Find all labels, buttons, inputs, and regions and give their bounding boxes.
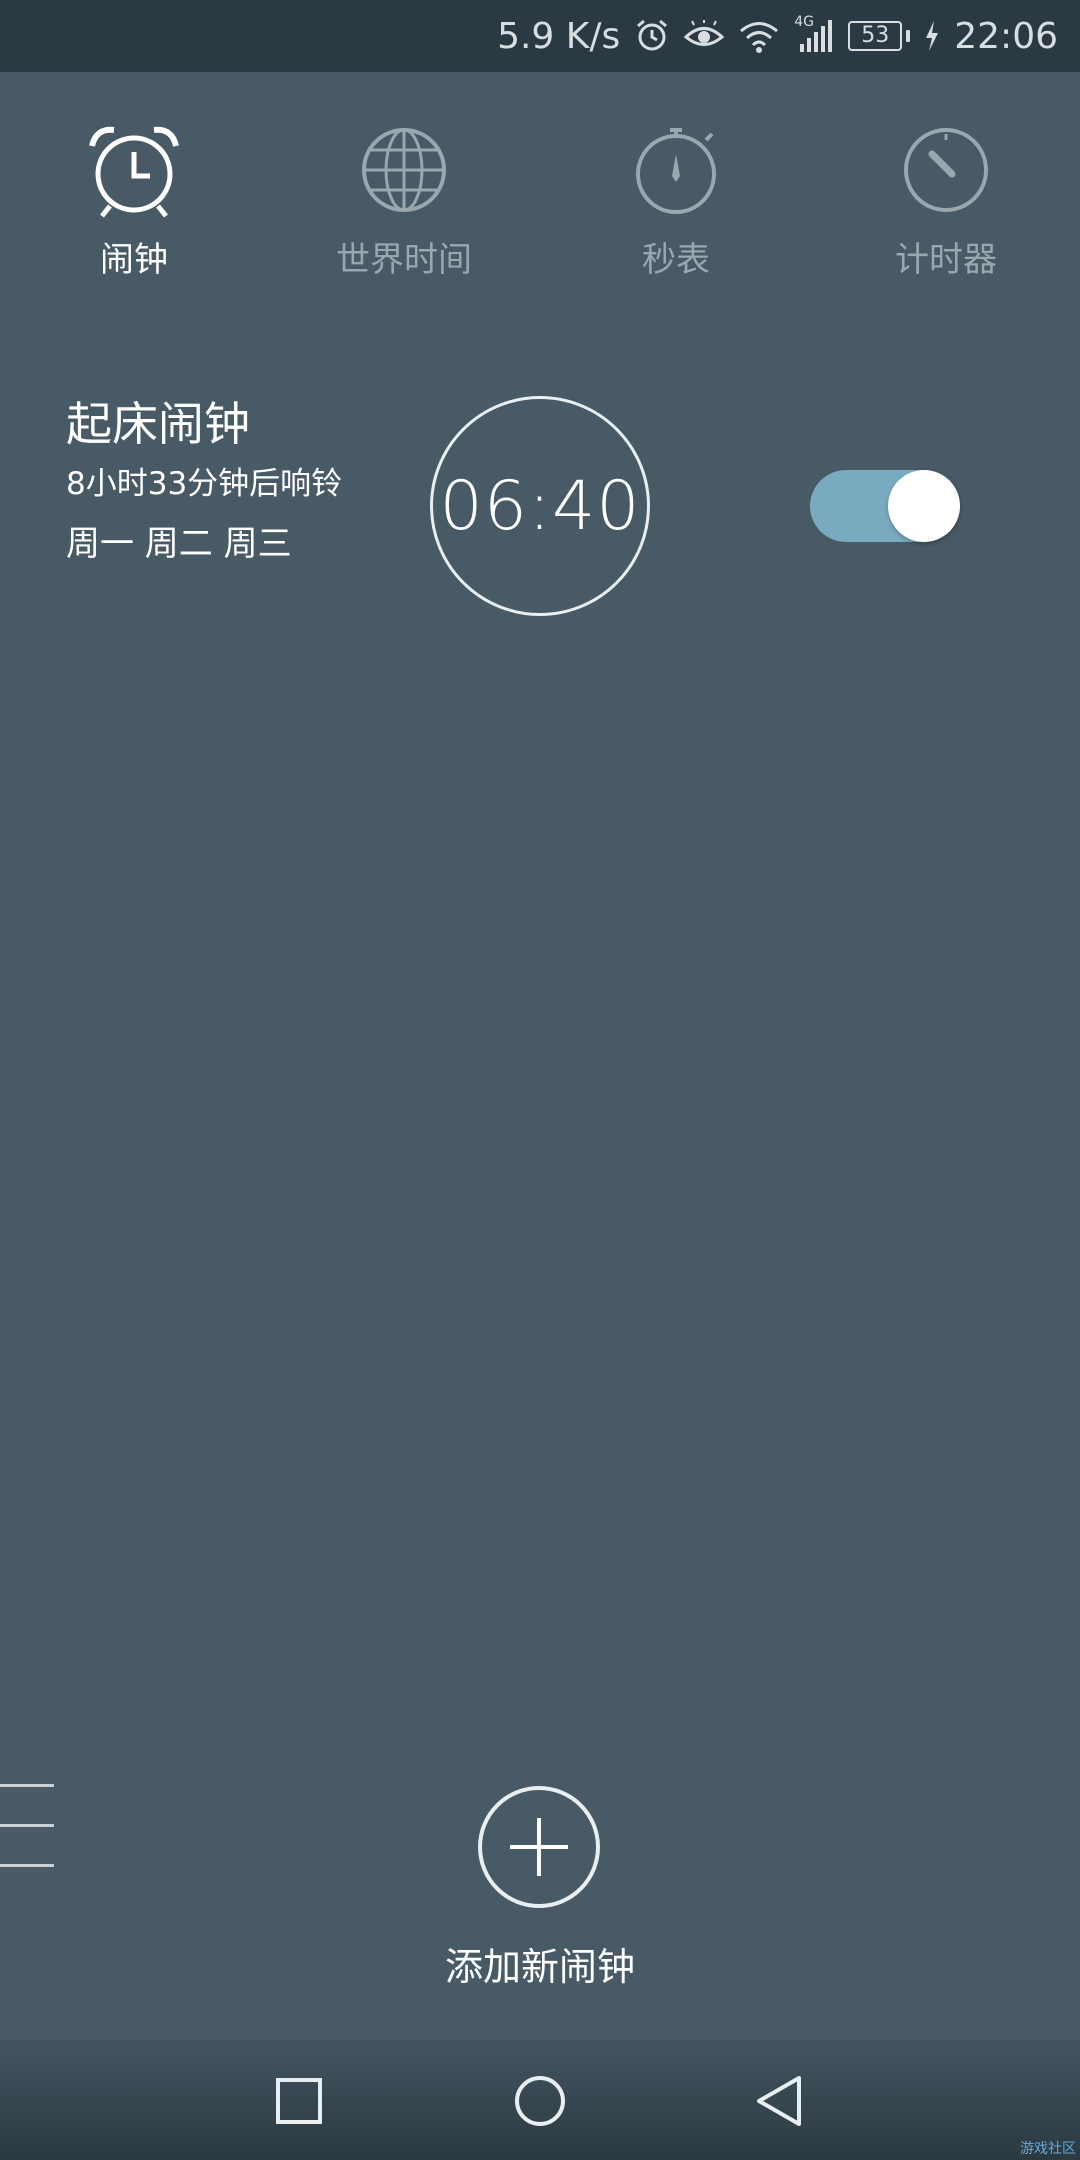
alarm-repeat-days: 周一 周二 周三 xyxy=(66,524,292,564)
tab-stopwatch[interactable]: 秒表 xyxy=(566,120,786,300)
recent-apps-button[interactable] xyxy=(264,2066,334,2136)
signal-icon: 4G xyxy=(794,14,834,54)
tab-label: 世界时间 xyxy=(336,240,472,280)
circle-icon xyxy=(515,2076,565,2126)
alarm-toggle[interactable] xyxy=(810,470,960,542)
tab-label: 秒表 xyxy=(642,240,710,280)
tab-world-time[interactable]: 世界时间 xyxy=(294,120,514,300)
navigation-bar: 游戏社区 xyxy=(0,2040,1080,2160)
battery-icon: 53 xyxy=(848,21,911,51)
alarm-name: 起床闹钟 xyxy=(66,397,250,451)
wifi-icon xyxy=(738,19,780,53)
globe-icon xyxy=(362,128,446,212)
add-alarm-label[interactable]: 添加新闹钟 xyxy=(0,1936,1080,1991)
back-button[interactable] xyxy=(745,2066,815,2136)
square-icon xyxy=(276,2078,322,2124)
back-triangle-icon xyxy=(757,2076,801,2126)
network-speed: 5.9 K/s xyxy=(497,15,621,57)
add-alarm-button[interactable] xyxy=(478,1786,600,1908)
tab-bar: 闹钟 世界时间 秒表 计时器 xyxy=(0,120,1080,300)
home-button[interactable] xyxy=(505,2066,575,2136)
timer-icon xyxy=(904,128,988,212)
alarm-status-icon xyxy=(634,18,670,54)
eye-icon xyxy=(684,20,725,52)
status-bar: 5.9 K/s 4G 53 22:06 xyxy=(0,0,1080,72)
charging-icon xyxy=(924,21,940,51)
tab-label: 闹钟 xyxy=(100,240,168,280)
tab-alarm[interactable]: 闹钟 xyxy=(24,120,244,300)
side-menu-handle[interactable] xyxy=(0,1780,56,1870)
alarm-countdown: 8小时33分钟后响铃 xyxy=(66,466,343,502)
network-type: 4G xyxy=(794,14,815,30)
alarm-time: 06:40 xyxy=(430,396,650,616)
tab-label: 计时器 xyxy=(895,240,997,280)
tab-timer[interactable]: 计时器 xyxy=(836,120,1056,300)
battery-level: 53 xyxy=(848,21,903,51)
plus-icon xyxy=(510,1818,568,1876)
status-time: 22:06 xyxy=(954,15,1058,57)
alarm-list-item[interactable]: 起床闹钟 8小时33分钟后响铃 周一 周二 周三 06:40 xyxy=(0,380,1080,620)
watermark: 游戏社区 xyxy=(1020,2141,1076,2157)
alarm-clock-icon xyxy=(89,126,179,218)
toggle-knob xyxy=(888,470,960,542)
stopwatch-icon xyxy=(636,128,716,214)
